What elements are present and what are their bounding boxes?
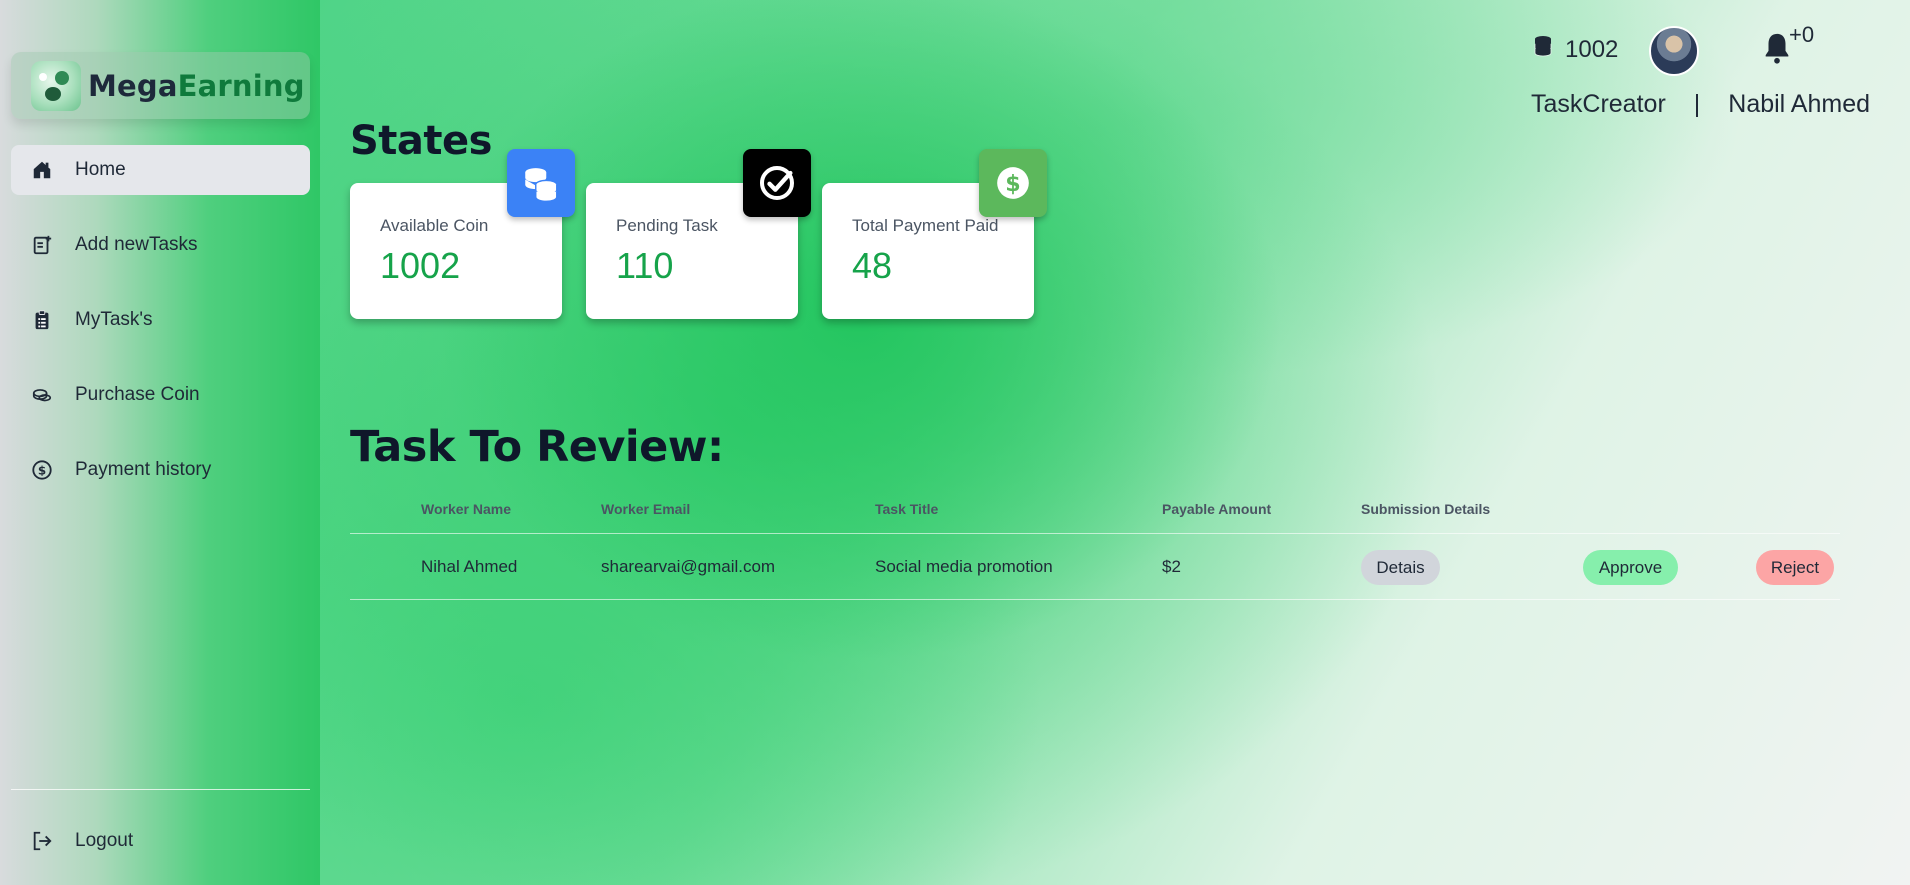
user-name: Nabil Ahmed xyxy=(1728,90,1871,118)
reject-button[interactable]: Reject xyxy=(1756,550,1834,585)
column-header: Submission Details xyxy=(1361,501,1491,517)
sidebar-item-label: Payment history xyxy=(75,459,212,480)
review-title: Task To Review: xyxy=(350,422,724,472)
dollar-circle-icon: $ xyxy=(979,149,1047,217)
brand-name: MegaEarning xyxy=(88,69,305,103)
coins-icon xyxy=(507,149,575,217)
coins-icon xyxy=(1531,34,1565,65)
details-button[interactable]: Detais xyxy=(1361,550,1440,585)
worker-name-cell: Nihal Ahmed xyxy=(421,557,518,576)
table-row-divider xyxy=(350,599,1840,600)
svg-text:$: $ xyxy=(38,464,46,478)
home-icon xyxy=(30,158,54,182)
column-header: Payable Amount xyxy=(1162,501,1272,517)
sidebar-item-payment-history[interactable]: $ Payment history xyxy=(11,445,310,495)
task-title-cell: Social media promotion xyxy=(875,557,1053,576)
column-header: Worker Email xyxy=(601,501,691,517)
check-circle-icon xyxy=(743,149,811,217)
sidebar-item-label: Home xyxy=(75,159,126,180)
stat-label: Total Payment Paid xyxy=(852,216,999,235)
sidebar-divider xyxy=(11,789,310,790)
coins-icon xyxy=(30,383,54,407)
sidebar-item-purchase-coin[interactable]: Purchase Coin xyxy=(11,370,310,420)
stat-label: Available Coin xyxy=(380,216,489,235)
notification-count: +0 xyxy=(1789,22,1815,47)
brand-name-part2: Earning xyxy=(177,68,305,103)
add-task-icon xyxy=(30,233,54,257)
sidebar-item-add-new-tasks[interactable]: Add newTasks xyxy=(11,220,310,270)
avatar[interactable] xyxy=(1649,26,1699,76)
dollar-circle-icon: $ xyxy=(30,458,54,482)
stat-value: 1002 xyxy=(380,245,461,286)
stat-value: 48 xyxy=(852,245,893,286)
table-header-divider xyxy=(350,533,1840,534)
sidebar-item-label: MyTask's xyxy=(75,309,153,330)
brand-name-part1: Mega xyxy=(88,68,178,103)
sidebar-item-home[interactable]: Home xyxy=(11,145,310,195)
svg-text:$: $ xyxy=(1005,171,1020,197)
header-coin-balance: 1002 xyxy=(1531,34,1618,65)
payable-amount-cell: $2 xyxy=(1162,557,1181,576)
stat-label: Pending Task xyxy=(616,216,718,235)
sidebar-item-my-tasks[interactable]: MyTask's xyxy=(11,295,310,345)
worker-email-cell: sharearvai@gmail.com xyxy=(601,557,776,576)
logout-icon xyxy=(30,829,54,853)
brand-logo[interactable]: MegaEarning xyxy=(11,52,310,119)
approve-button[interactable]: Approve xyxy=(1583,550,1678,585)
states-title: States xyxy=(350,118,492,164)
sidebar-item-label: Purchase Coin xyxy=(75,384,200,405)
column-header: Task Title xyxy=(875,501,939,517)
user-info: TaskCreator | Nabil Ahmed xyxy=(1531,90,1870,119)
user-info-separator: | xyxy=(1693,90,1701,118)
brand-logo-icon xyxy=(31,60,81,111)
clipboard-icon xyxy=(30,308,54,332)
stat-value: 110 xyxy=(616,245,674,286)
logout-label: Logout xyxy=(75,830,134,851)
user-role: TaskCreator xyxy=(1531,90,1666,118)
column-header: Worker Name xyxy=(421,501,512,517)
sidebar: MegaEarning Home Add newTasks MyTask's P… xyxy=(0,0,320,885)
sidebar-item-label: Add newTasks xyxy=(75,234,198,255)
logout-button[interactable]: Logout xyxy=(11,816,310,866)
header-coin-count: 1002 xyxy=(1565,35,1619,63)
